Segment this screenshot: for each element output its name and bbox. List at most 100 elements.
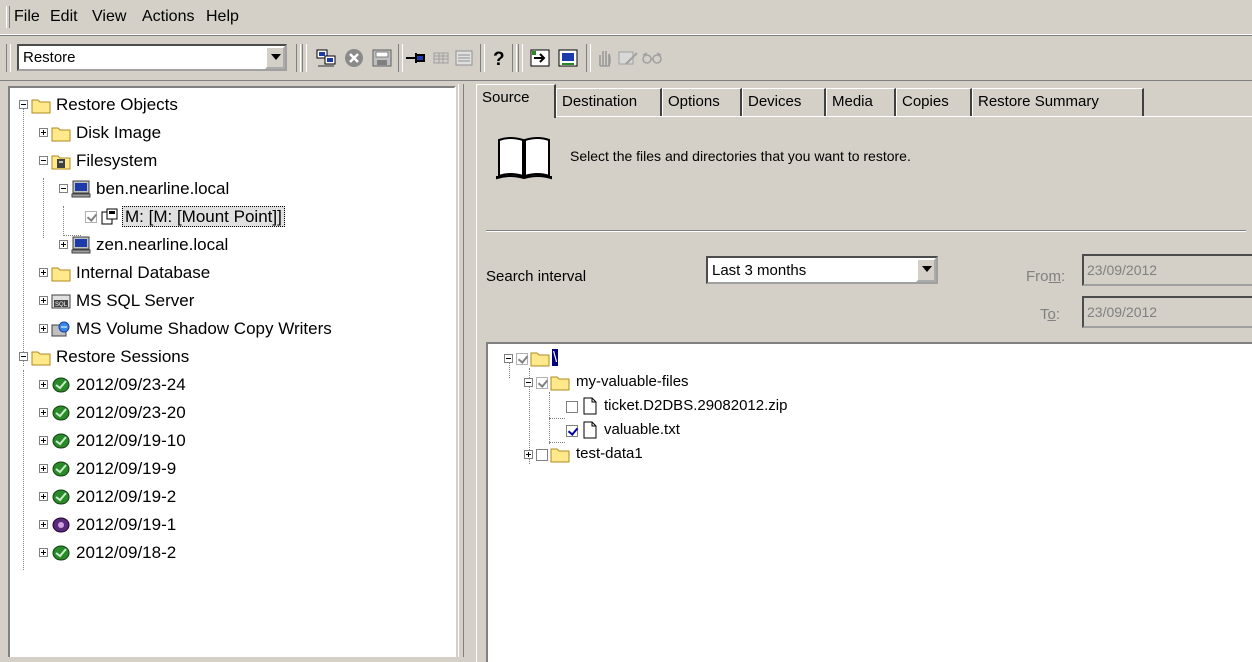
sql-icon: SQL [51,294,71,309]
collapse-toggle[interactable] [524,378,533,387]
tree-item-label: M: [M: [Mount Point]] [122,206,285,227]
tree-line [549,442,565,443]
tree-item-label: 2012/09/19-10 [76,431,186,450]
tree-item-label: 2012/09/23-20 [76,403,186,422]
restore-network-icon[interactable] [556,46,580,70]
context-select[interactable]: Restore [17,44,287,71]
expand-toggle[interactable] [39,464,48,473]
collapse-toggle[interactable] [504,354,513,363]
tree-item-label: Internal Database [76,263,211,282]
interval-dropdown-button[interactable] [916,258,936,282]
to-label-colon: : [1055,306,1061,323]
file-tree-item-label: ticket.D2DBS.29082012.zip [604,397,788,414]
menu-help[interactable]: Help [206,8,239,26]
tab-devices[interactable]: Devices [742,88,826,116]
list-icon[interactable] [452,46,476,70]
context-dropdown-button[interactable] [265,46,285,69]
help-icon[interactable]: ? [486,46,510,70]
menu-file[interactable]: File [14,8,40,26]
file-selection-tree[interactable]: \ my-valuable-files ticket.D2DBS.2908201… [486,342,1252,662]
vss-icon [51,321,70,337]
expand-toggle[interactable] [39,268,48,277]
file-checkbox[interactable] [536,377,548,389]
expand-toggle[interactable] [39,296,48,305]
search-interval-value: Last 3 months [712,262,807,279]
computer-icon [71,236,91,254]
session-failed-icon [52,517,70,533]
expand-toggle[interactable] [39,436,48,445]
to-date-value: 23/09/2012 [1087,304,1158,320]
mount-point-checkbox[interactable] [85,211,97,223]
search-interval-label: Search interval [486,268,587,285]
tab-destination[interactable]: Destination [556,88,662,116]
toolbar-grip [6,44,11,72]
source-instructions: Select the files and directories that yo… [570,148,911,164]
tab-options[interactable]: Options [662,88,742,116]
file-tree-item-label: test-data1 [576,445,643,462]
wizard-icon[interactable] [314,46,338,70]
tab-copies[interactable]: Copies [896,88,972,116]
folder-icon [550,376,570,391]
menu-edit[interactable]: Edit [50,8,78,26]
glasses-icon[interactable] [640,46,664,70]
stop-icon[interactable] [342,46,366,70]
expand-toggle[interactable] [524,450,533,459]
toolbar: Restore ? [0,35,1252,81]
folder-icon [550,448,570,463]
tree-item-label: 2012/09/19-2 [76,487,177,506]
tree-item-label: MS Volume Shadow Copy Writers [76,319,332,338]
from-date-field[interactable]: 23/09/2012 [1082,254,1252,286]
collapse-toggle[interactable] [19,100,28,109]
toolbar-separator [518,44,523,72]
hand-icon[interactable] [592,46,616,70]
collapse-toggle[interactable] [19,352,28,361]
tree-item-label: 2012/09/23-24 [76,375,186,394]
to-date-field[interactable]: 23/09/2012 [1082,296,1252,328]
grid-icon[interactable] [430,46,454,70]
file-checkbox[interactable] [536,449,548,461]
expand-toggle[interactable] [39,380,48,389]
session-ok-icon [52,489,70,505]
tree-line [43,178,44,238]
to-label: To: [1040,306,1060,323]
collapse-toggle[interactable] [59,184,68,193]
save-icon[interactable] [370,46,394,70]
tab-source[interactable]: Source [476,84,556,118]
expand-toggle[interactable] [39,492,48,501]
pin-icon[interactable] [404,46,428,70]
toolbar-separator [586,44,591,72]
tab-media[interactable]: Media [826,88,896,116]
restore-details-pane: Source Destination Options Devices Media… [466,84,1252,662]
tree-item-label: 2012/09/19-1 [76,515,177,534]
expand-toggle[interactable] [39,324,48,333]
tab-restore-summary[interactable]: Restore Summary [972,88,1144,116]
tree-item-label: zen.nearline.local [96,235,229,254]
tree-item-label: 2012/09/18-2 [76,543,177,562]
session-ok-icon [52,405,70,421]
file-checkbox[interactable] [516,353,528,365]
from-date-value: 23/09/2012 [1087,262,1158,278]
pen-icon[interactable] [616,46,640,70]
session-ok-icon [52,545,70,561]
expand-toggle[interactable] [39,548,48,557]
restore-all-icon[interactable] [528,46,552,70]
context-select-value: Restore [23,49,76,66]
collapse-toggle[interactable] [39,156,48,165]
expand-toggle[interactable] [59,240,68,249]
tree-item-label: Filesystem [76,151,158,170]
file-checkbox[interactable] [566,425,578,437]
menu-actions[interactable]: Actions [142,8,194,26]
file-checkbox[interactable] [566,401,578,413]
menu-view[interactable]: View [92,8,126,26]
pane-splitter[interactable] [458,84,464,657]
expand-toggle[interactable] [39,128,48,137]
tree-line [63,206,64,234]
file-tree-item-label: my-valuable-files [576,373,689,390]
drive-icon [101,208,118,225]
expand-toggle[interactable] [39,408,48,417]
to-label-text: T [1040,306,1048,323]
restore-objects-tree[interactable]: Restore Objects Disk Image Filesystem be… [8,86,456,657]
search-interval-select[interactable]: Last 3 months [706,256,938,284]
menu-grip [6,6,10,28]
expand-toggle[interactable] [39,520,48,529]
